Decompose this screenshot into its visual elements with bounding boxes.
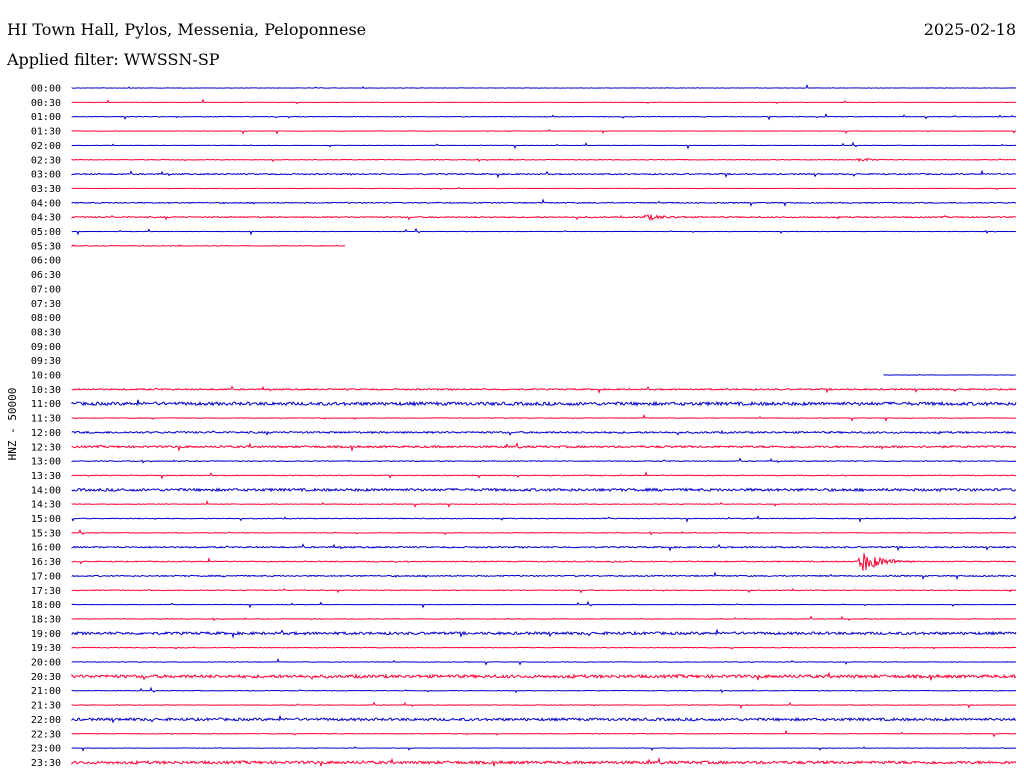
trace-line bbox=[71, 715, 1017, 724]
trace-line bbox=[71, 553, 1017, 571]
trace-line bbox=[71, 487, 1017, 493]
hour-label: 11:30 bbox=[31, 414, 61, 425]
hour-label: 15:30 bbox=[31, 528, 61, 539]
trace-line bbox=[71, 112, 1017, 121]
trace-line bbox=[71, 169, 1017, 179]
trace-line bbox=[71, 157, 1017, 163]
hour-label: 23:30 bbox=[31, 758, 61, 769]
hour-label: 12:30 bbox=[31, 442, 61, 453]
trace-line bbox=[71, 385, 1017, 394]
hour-label: 09:00 bbox=[31, 342, 61, 353]
trace-line bbox=[71, 646, 1017, 650]
channel-label: HNZ - 50000 bbox=[6, 388, 19, 461]
hour-label: 04:00 bbox=[31, 198, 61, 209]
hour-label: 22:00 bbox=[31, 715, 61, 726]
trace-line bbox=[71, 600, 1017, 609]
trace-line bbox=[71, 429, 1017, 437]
hour-label: 16:30 bbox=[31, 557, 61, 568]
trace-line bbox=[71, 756, 1017, 767]
trace-line bbox=[71, 413, 1017, 422]
trace-line bbox=[71, 615, 1017, 622]
hour-label: 06:30 bbox=[31, 270, 61, 281]
hour-label: 19:00 bbox=[31, 629, 61, 640]
trace-line bbox=[71, 746, 1017, 752]
hour-label: 21:30 bbox=[31, 701, 61, 712]
hour-label: 03:00 bbox=[31, 170, 61, 181]
hour-label: 03:30 bbox=[31, 184, 61, 195]
hour-label: 12:00 bbox=[31, 428, 61, 439]
trace-line bbox=[71, 543, 1017, 552]
hour-label: 04:30 bbox=[31, 213, 61, 224]
trace-line bbox=[883, 373, 1016, 376]
hour-label: 07:00 bbox=[31, 284, 61, 295]
trace-line bbox=[71, 129, 1017, 135]
trace-line bbox=[71, 84, 1017, 89]
hour-label: 20:00 bbox=[31, 658, 61, 669]
hour-label: 06:00 bbox=[31, 256, 61, 267]
trace-line bbox=[71, 214, 1017, 222]
hour-label: 18:00 bbox=[31, 600, 61, 611]
trace-line bbox=[71, 471, 1017, 480]
hour-label: 10:30 bbox=[31, 385, 61, 396]
hour-label: 15:00 bbox=[31, 514, 61, 525]
trace-line bbox=[71, 588, 1017, 594]
hour-label: 13:30 bbox=[31, 471, 61, 482]
hour-label: 18:30 bbox=[31, 614, 61, 625]
hour-label: 05:00 bbox=[31, 227, 61, 238]
trace-line bbox=[71, 657, 1017, 666]
hour-label: 20:30 bbox=[31, 672, 61, 683]
hour-label: 01:00 bbox=[31, 112, 61, 123]
trace-line bbox=[71, 514, 1017, 523]
hour-label: 14:00 bbox=[31, 485, 61, 496]
hour-label: 17:30 bbox=[31, 586, 61, 597]
hour-label: 05:30 bbox=[31, 241, 61, 252]
trace-line bbox=[71, 671, 1017, 681]
trace-line bbox=[71, 441, 1017, 453]
trace-line bbox=[71, 729, 1017, 738]
trace-line bbox=[71, 528, 1017, 536]
hour-label: 02:00 bbox=[31, 141, 61, 152]
hour-label: 00:00 bbox=[31, 84, 61, 95]
hour-label: 11:00 bbox=[31, 399, 61, 410]
hour-label: 13:00 bbox=[31, 457, 61, 468]
hour-label: 23:00 bbox=[31, 744, 61, 755]
hour-label: 08:00 bbox=[31, 313, 61, 324]
hour-label: 10:00 bbox=[31, 371, 61, 382]
trace-line bbox=[71, 98, 1017, 105]
helicorder-plot: HNZ - 50000 00:00 00:30 01:00 01:30 02:00 02:… bbox=[6, 84, 1017, 769]
hour-label: 19:30 bbox=[31, 643, 61, 654]
trace-line bbox=[71, 686, 1017, 694]
trace-line bbox=[71, 629, 1017, 639]
hour-label: 16:00 bbox=[31, 543, 61, 554]
hour-label: 21:00 bbox=[31, 686, 61, 697]
trace-line bbox=[71, 499, 1017, 508]
hour-label: 01:30 bbox=[31, 127, 61, 138]
trace-line bbox=[71, 571, 1017, 581]
hour-label: 00:30 bbox=[31, 98, 61, 109]
hour-label: 09:30 bbox=[31, 356, 61, 367]
trace-line bbox=[71, 198, 1017, 207]
trace-line bbox=[71, 187, 1017, 191]
hour-label: 07:30 bbox=[31, 299, 61, 310]
trace-line bbox=[71, 227, 1017, 236]
trace-rows: 00:00 00:30 01:00 01:30 02:00 02:30 03:00 03:30… bbox=[31, 84, 1017, 769]
trace-line bbox=[71, 244, 346, 248]
trace-line bbox=[71, 141, 1017, 150]
hour-label: 08:30 bbox=[31, 327, 61, 338]
hour-label: 17:00 bbox=[31, 571, 61, 582]
hour-label: 02:30 bbox=[31, 155, 61, 166]
trace-line bbox=[71, 457, 1017, 464]
hour-label: 22:30 bbox=[31, 729, 61, 740]
trace-line bbox=[71, 701, 1017, 710]
trace-line bbox=[71, 399, 1017, 407]
hour-label: 14:30 bbox=[31, 500, 61, 511]
